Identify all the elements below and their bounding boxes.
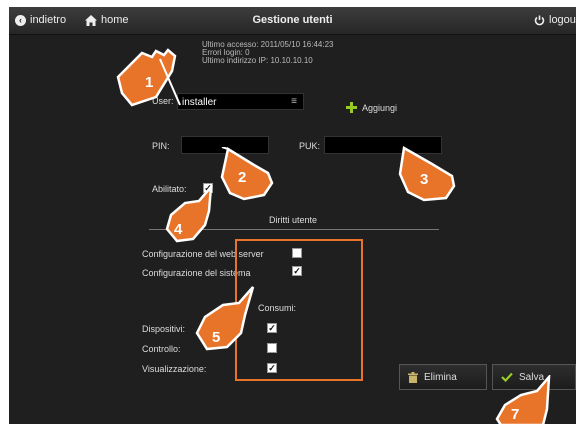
add-user-button[interactable]: Aggiungi: [346, 102, 397, 113]
power-icon: [534, 15, 545, 25]
callout-number-1: 1: [145, 74, 154, 91]
callout-hand-7-icon: [495, 375, 551, 424]
callout-number-7: 7: [511, 406, 520, 423]
callout-number-4: 4: [174, 221, 183, 238]
plus-icon: [346, 102, 357, 113]
trash-icon: [408, 371, 418, 383]
login-info: Ultimo accesso: 2011/05/10 16:44:23 Erro…: [202, 41, 334, 65]
screen: ‹ indietro home Gestione utenti logout U…: [9, 7, 576, 424]
delete-label: Elimina: [424, 371, 457, 383]
callout-hand-5-icon: [195, 286, 255, 351]
user-select-value: installer: [182, 97, 217, 108]
delete-button[interactable]: Elimina: [399, 364, 487, 390]
puk-label: PUK:: [299, 141, 321, 151]
last-ip-text: Ultimo indirizzo IP: 10.10.10.10: [202, 56, 313, 65]
callout-number-3: 3: [420, 171, 429, 188]
logout-label: logout: [549, 14, 576, 26]
logout-button[interactable]: logout: [534, 14, 576, 26]
menu-lines-icon: ≡: [291, 96, 297, 107]
user-select[interactable]: installer ≡: [177, 93, 304, 110]
top-bar: ‹ indietro home Gestione utenti logout: [9, 7, 576, 35]
callout-hand-4-icon: [165, 185, 213, 243]
callout-number-2: 2: [238, 169, 247, 186]
view-label: Visualizzazione:: [142, 364, 207, 374]
rights-heading: Diritti utente: [269, 215, 318, 225]
callout-number-5: 5: [212, 329, 221, 346]
page-title: Gestione utenti: [252, 14, 333, 26]
devices-label: Dispositivi:: [142, 324, 186, 334]
pin-label: PIN:: [152, 141, 170, 151]
control-label: Controllo:: [142, 344, 181, 354]
add-user-label: Aggiungi: [362, 102, 398, 113]
